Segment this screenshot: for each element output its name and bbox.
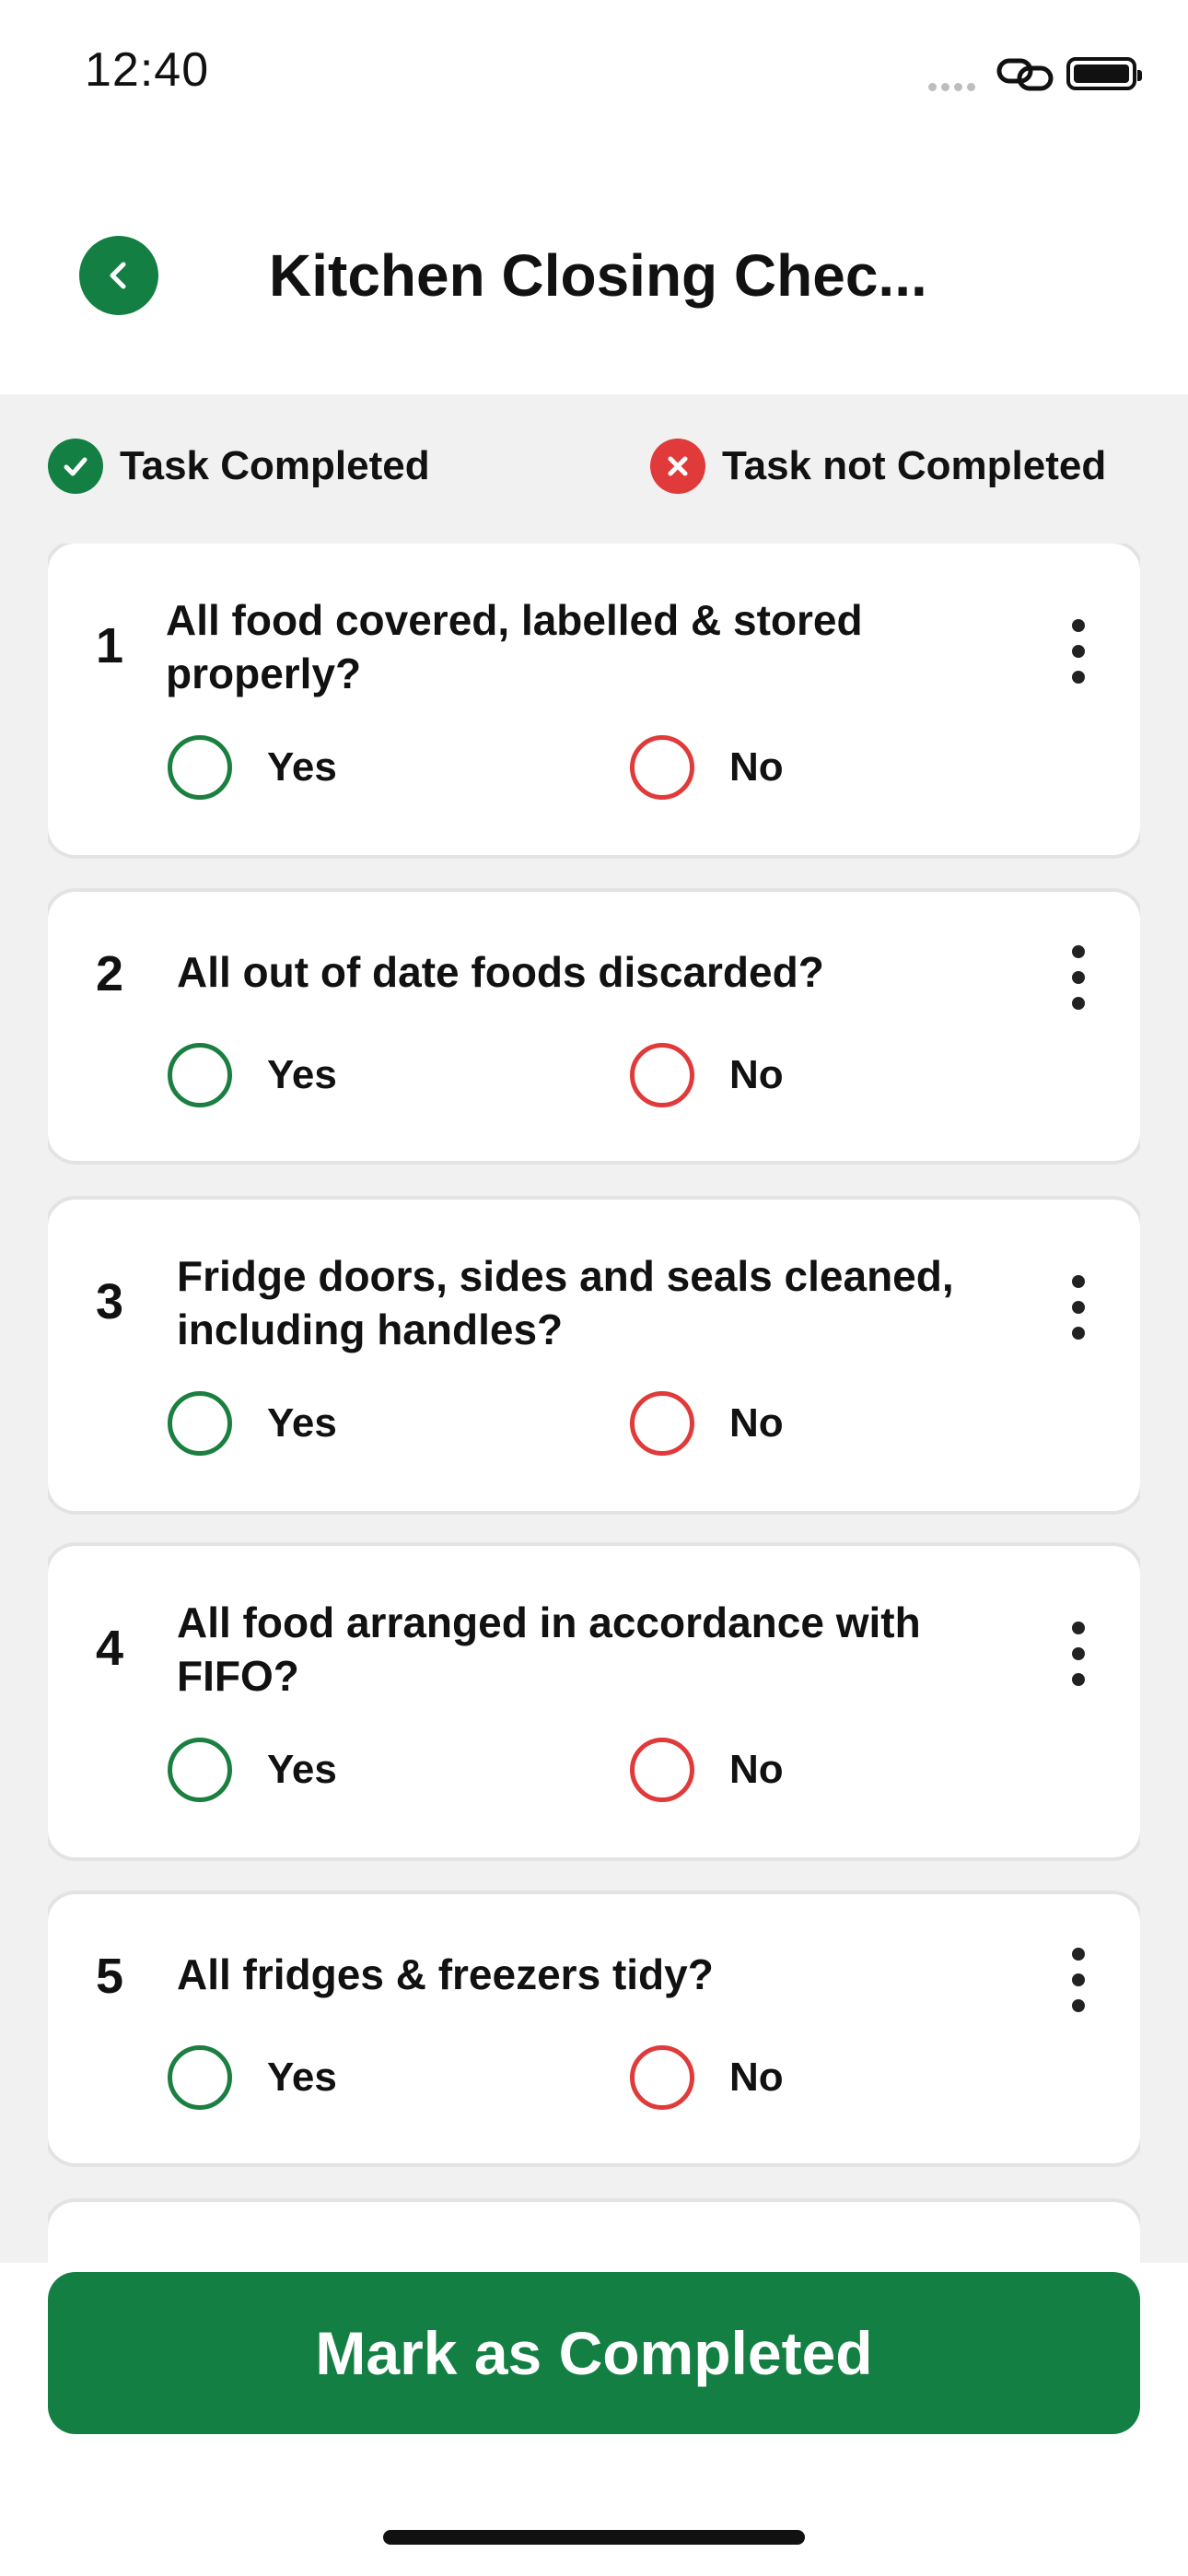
bottom-bar: Mark as Completed — [0, 2263, 1188, 2576]
yes-option[interactable]: Yes — [168, 1738, 337, 1802]
check-circle-icon — [48, 439, 103, 494]
no-option[interactable]: No — [630, 1043, 784, 1107]
task-number: 4 — [96, 1621, 124, 1676]
more-options-icon[interactable] — [1065, 1275, 1092, 1340]
yes-option[interactable]: Yes — [168, 2045, 337, 2110]
radio-icon — [168, 1738, 232, 1802]
task-question: All food covered, labelled & stored prop… — [166, 596, 863, 697]
more-options-icon[interactable] — [1065, 945, 1092, 1010]
more-options-icon[interactable] — [1065, 1622, 1092, 1686]
legend: Task Completed Task not Completed — [0, 439, 1188, 494]
task-card-partial — [48, 2202, 1140, 2263]
task-number: 5 — [96, 1949, 124, 2004]
yes-option[interactable]: Yes — [168, 1391, 337, 1456]
signal-icon — [928, 79, 980, 96]
x-circle-icon — [650, 439, 705, 494]
task-number: 3 — [96, 1274, 124, 1329]
back-button[interactable] — [79, 236, 158, 315]
task-question: All food arranged in accordance with FIF… — [177, 1598, 921, 1700]
legend-not-completed-label: Task not Completed — [722, 443, 1107, 488]
task-card: 1 All food covered, labelled & stored pr… — [48, 544, 1140, 855]
radio-icon — [168, 2045, 232, 2110]
legend-completed-label: Task Completed — [120, 443, 430, 488]
task-number: 2 — [96, 946, 124, 1001]
home-indicator — [383, 2530, 805, 2545]
legend-completed: Task Completed — [48, 439, 430, 494]
top-bar: 12:40 Kitchen Closing Chec... — [0, 0, 1188, 394]
radio-icon — [630, 735, 694, 800]
battery-icon — [1066, 57, 1142, 90]
task-card: 5 All fridges & freezers tidy? Yes No — [48, 1894, 1140, 2163]
radio-icon — [630, 1043, 694, 1107]
chevron-left-icon — [110, 262, 126, 289]
more-options-icon[interactable] — [1065, 619, 1092, 684]
yes-option[interactable]: Yes — [168, 1043, 337, 1107]
radio-icon — [630, 1391, 694, 1456]
mark-completed-button[interactable]: Mark as Completed — [48, 2272, 1140, 2434]
no-option[interactable]: No — [630, 2045, 784, 2110]
task-list: 1 All food covered, labelled & stored pr… — [48, 544, 1140, 2263]
task-number: 1 — [96, 618, 124, 673]
legend-not-completed: Task not Completed — [650, 439, 1106, 494]
radio-icon — [168, 1043, 232, 1107]
task-card: 4 All food arranged in accordance with F… — [48, 1546, 1140, 1857]
status-icons — [0, 0, 1188, 147]
link-icon — [996, 58, 1054, 91]
no-option[interactable]: No — [630, 735, 784, 800]
task-card: 3 Fridge doors, sides and seals cleaned,… — [48, 1200, 1140, 1511]
no-option[interactable]: No — [630, 1738, 784, 1802]
more-options-icon[interactable] — [1065, 1948, 1092, 2012]
radio-icon — [630, 1738, 694, 1802]
radio-icon — [168, 1391, 232, 1456]
no-option[interactable]: No — [630, 1391, 784, 1456]
task-question: All fridges & freezers tidy? — [177, 1950, 714, 1998]
task-question: All out of date foods discarded? — [177, 948, 824, 996]
radio-icon — [168, 735, 232, 800]
yes-option[interactable]: Yes — [168, 735, 337, 800]
task-question: Fridge doors, sides and seals cleaned, i… — [177, 1252, 954, 1353]
radio-icon — [630, 2045, 694, 2110]
page-title: Kitchen Closing Chec... — [269, 242, 927, 309]
task-card: 2 All out of date foods discarded? Yes N… — [48, 892, 1140, 1161]
